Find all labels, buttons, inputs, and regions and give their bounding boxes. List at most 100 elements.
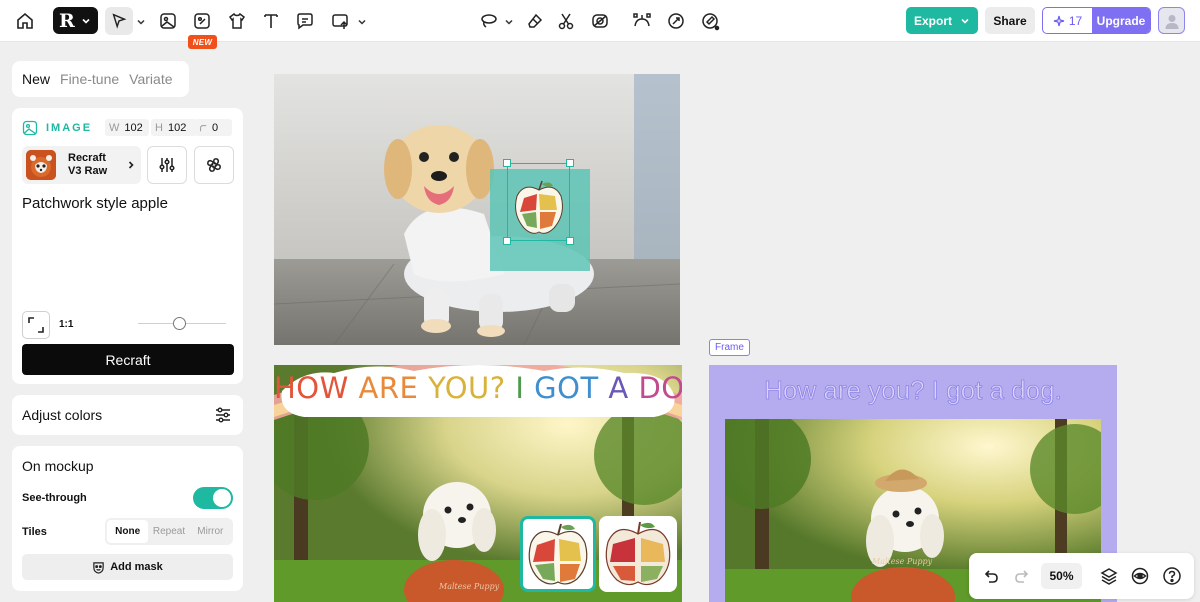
- image-section-header: IMAGE: [22, 120, 92, 136]
- share-button[interactable]: Share: [985, 7, 1035, 34]
- recraft-menu-button[interactable]: R: [53, 7, 98, 34]
- corner-radius-field[interactable]: 0: [195, 119, 232, 136]
- chevron-down-icon[interactable]: [136, 14, 146, 28]
- image-icon: [22, 120, 38, 136]
- banner-word: YOU?: [428, 371, 516, 405]
- aspect-ratio-button[interactable]: [22, 311, 50, 339]
- see-through-toggle[interactable]: [193, 487, 233, 509]
- shirt-print-text: Maltese Puppy: [439, 582, 500, 591]
- scissors-icon[interactable]: [552, 7, 580, 35]
- tab-variate[interactable]: Variate: [129, 71, 172, 87]
- help-icon[interactable]: [1162, 566, 1182, 586]
- frame-upload-icon[interactable]: [327, 7, 355, 35]
- apple-variant-thumbnail[interactable]: [599, 516, 677, 592]
- text-icon[interactable]: [257, 7, 285, 35]
- user-icon: [1165, 14, 1178, 29]
- corner-radius-icon: [200, 124, 207, 131]
- remove-bg-icon[interactable]: [586, 7, 614, 35]
- banner-word: HOW: [274, 371, 359, 405]
- preview-eye-icon[interactable]: [1130, 566, 1150, 586]
- banner-word: DOG.: [638, 371, 682, 405]
- export-button[interactable]: Export: [906, 7, 978, 34]
- recraft-generate-button[interactable]: Recraft: [22, 344, 234, 375]
- canvas-maltese-sign-image[interactable]: HOW ARE YOU? I GOT A DOG. Maltese Puppy: [274, 365, 682, 602]
- home-icon[interactable]: [11, 7, 39, 35]
- tiles-label: Tiles: [22, 526, 47, 538]
- patchwork-apple-graphic: [605, 521, 671, 586]
- lasso-icon[interactable]: [474, 7, 502, 35]
- layers-icon[interactable]: [1099, 566, 1119, 586]
- tile-option-repeat[interactable]: Repeat: [148, 520, 189, 543]
- banner-word: A: [608, 371, 639, 405]
- banner-word: I: [515, 371, 535, 405]
- slider-handle[interactable]: [172, 317, 186, 330]
- credits-value: 17: [1068, 13, 1083, 28]
- mask-icon: [93, 561, 104, 574]
- redo-icon[interactable]: [1012, 566, 1032, 586]
- patchwork-apple-graphic: [515, 180, 563, 234]
- tab-new[interactable]: New: [22, 71, 50, 87]
- prompt-text[interactable]: Patchwork style apple: [22, 195, 168, 212]
- vectorize-icon[interactable]: [628, 7, 656, 35]
- banner-word: GOT: [534, 371, 609, 405]
- section-label: IMAGE: [46, 122, 93, 134]
- resize-handle[interactable]: [566, 237, 574, 245]
- mockup-title: On mockup: [22, 458, 94, 474]
- resize-handle[interactable]: [503, 159, 511, 167]
- tile-option-mirror[interactable]: Mirror: [190, 520, 231, 543]
- comment-icon[interactable]: [291, 7, 319, 35]
- adjust-colors-row[interactable]: Adjust colors: [12, 395, 243, 435]
- adjust-sliders-icon: [216, 407, 230, 423]
- frame-headline: How are you? I got a dog.: [764, 375, 1063, 406]
- eraser-icon[interactable]: [521, 7, 549, 35]
- select-tool-button[interactable]: [105, 7, 133, 35]
- width-field[interactable]: W 102: [105, 119, 149, 136]
- canvas-puppy-hoodie-image[interactable]: [274, 74, 680, 345]
- adjust-colors-label: Adjust colors: [22, 407, 103, 423]
- frame-label[interactable]: Frame: [709, 339, 750, 356]
- avatar[interactable]: [1158, 7, 1185, 34]
- style-selector[interactable]: Recraft V3 Raw: [22, 146, 141, 184]
- image-icon[interactable]: [154, 7, 182, 35]
- resize-handle[interactable]: [503, 237, 511, 245]
- upgrade-button[interactable]: Upgrade: [1092, 8, 1150, 33]
- chevron-down-icon[interactable]: [504, 14, 514, 28]
- aspect-ratio-icon: [28, 317, 44, 333]
- add-mask-button[interactable]: Add mask: [22, 554, 233, 580]
- settings-sliders-button[interactable]: [147, 146, 187, 184]
- apple-variant-thumbnail-selected[interactable]: [520, 516, 596, 592]
- chevron-right-icon: [128, 161, 134, 169]
- resize-handle[interactable]: [566, 159, 574, 167]
- style-brush-icon[interactable]: [696, 7, 724, 35]
- mockup-panel: On mockup See-through Tiles None Repeat …: [12, 446, 243, 591]
- banner-headline: HOW ARE YOU? I GOT A DOG.: [274, 371, 682, 405]
- height-field[interactable]: H 102: [151, 119, 197, 136]
- chevron-down-icon: [961, 18, 969, 24]
- zoom-toolbar: 50%: [969, 553, 1194, 599]
- tile-option-none[interactable]: None: [107, 520, 149, 543]
- undo-icon[interactable]: [981, 566, 1001, 586]
- new-badge: NEW: [188, 35, 217, 49]
- top-toolbar: R NEW Export Share 17 Upgrade: [0, 0, 1200, 49]
- patchwork-apple-graphic: [528, 523, 588, 585]
- see-through-label: See-through: [22, 492, 87, 504]
- zoom-level[interactable]: 50%: [1041, 563, 1082, 589]
- tab-fine-tune[interactable]: Fine-tune: [60, 71, 119, 87]
- chevron-down-icon[interactable]: [357, 14, 367, 28]
- shirt-print-text: Maltese Puppy: [872, 557, 933, 566]
- credits-count[interactable]: 17: [1043, 8, 1092, 33]
- sliders-icon: [159, 158, 175, 172]
- aspect-ratio-label: 1:1: [59, 319, 74, 330]
- mode-tabs: New Fine-tune Variate: [12, 61, 189, 97]
- recraft-logo: R: [59, 9, 75, 32]
- select-arrow-icon: [112, 13, 127, 29]
- mockup-shirt-icon[interactable]: [223, 7, 251, 35]
- color-palette-button[interactable]: [194, 146, 234, 184]
- creative-upscale-icon[interactable]: [662, 7, 690, 35]
- toggle-knob: [213, 489, 231, 507]
- palette-icon: [207, 158, 221, 172]
- add-mask-label: Add mask: [110, 561, 163, 573]
- chevron-down-icon: [82, 18, 90, 24]
- sticker-icon[interactable]: [188, 7, 216, 35]
- style-name: Recraft V3 Raw: [68, 152, 108, 177]
